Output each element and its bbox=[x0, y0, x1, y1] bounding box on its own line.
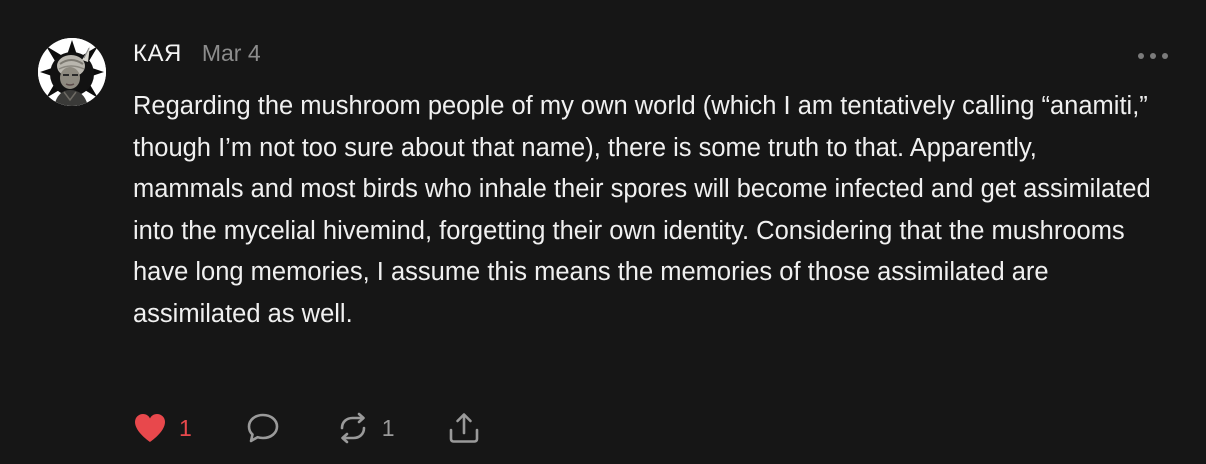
comment-date[interactable]: Mar 4 bbox=[202, 40, 261, 67]
more-icon[interactable] bbox=[1138, 50, 1168, 62]
more-dot bbox=[1162, 53, 1168, 59]
heart-icon bbox=[133, 412, 167, 444]
comment-body: Regarding the mushroom people of my own … bbox=[133, 92, 1151, 328]
avatar-image bbox=[38, 38, 106, 106]
share-icon bbox=[447, 411, 481, 445]
reply-button[interactable] bbox=[246, 412, 280, 444]
restack-button[interactable]: 1 bbox=[336, 412, 395, 444]
comment: КАЯ Mar 4 Regarding the mushroom people … bbox=[0, 0, 1206, 464]
reply-bubble-icon bbox=[246, 412, 280, 444]
avatar[interactable] bbox=[38, 38, 106, 106]
restack-count: 1 bbox=[381, 414, 395, 441]
comment-actions: 1 1 bbox=[133, 408, 481, 448]
share-button[interactable] bbox=[447, 411, 481, 445]
comment-header: КАЯ Mar 4 bbox=[133, 40, 261, 74]
like-button[interactable]: 1 bbox=[133, 412, 192, 444]
more-dot bbox=[1138, 53, 1144, 59]
more-dot bbox=[1150, 53, 1156, 59]
author-name[interactable]: КАЯ bbox=[133, 40, 182, 68]
restack-icon bbox=[336, 412, 370, 444]
like-count: 1 bbox=[179, 414, 192, 441]
